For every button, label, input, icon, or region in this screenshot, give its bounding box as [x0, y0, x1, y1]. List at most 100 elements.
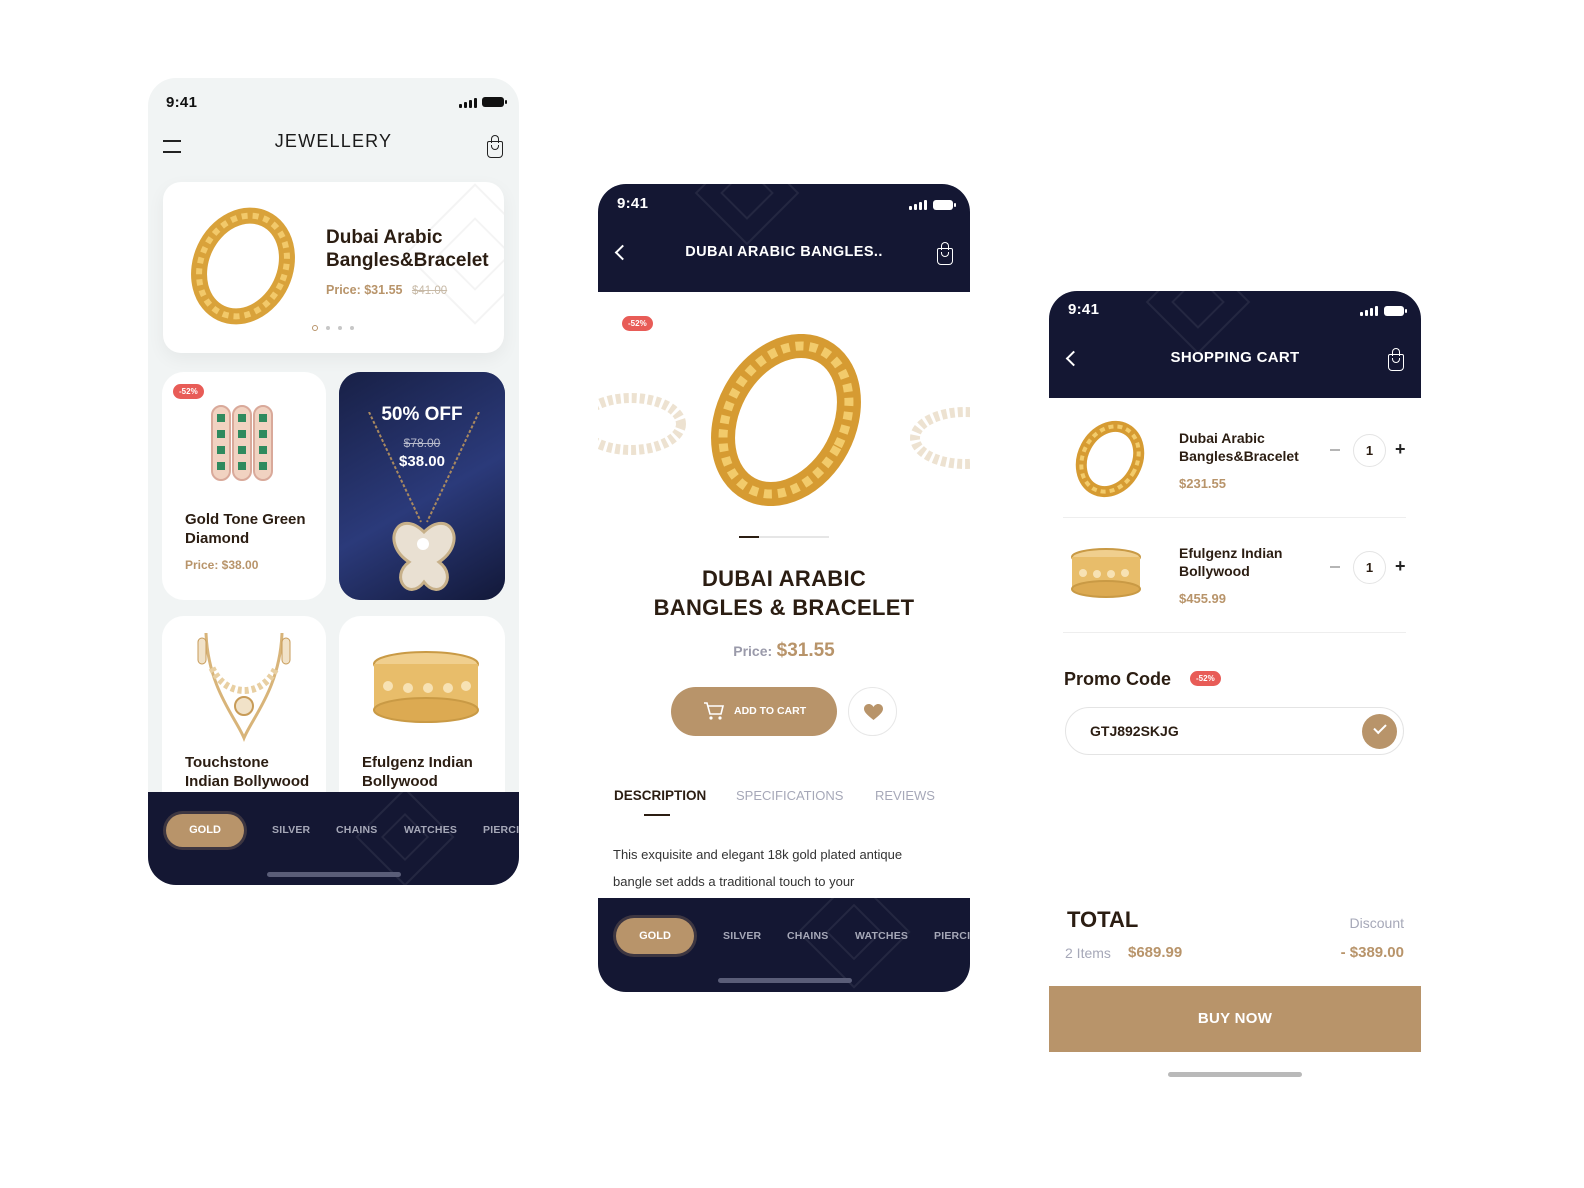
tab-chains[interactable]: CHAINS	[787, 930, 828, 942]
cart-screen: 9:41 SHOPPING CART Dubai Arabic Bangles&…	[1049, 291, 1421, 1099]
home-indicator	[718, 978, 852, 983]
hero-old-price: $41.00	[411, 285, 448, 297]
promo-apply-button[interactable]	[1362, 714, 1397, 749]
category-tab-bar: GOLD SILVER CHAINS WATCHES PIERCI	[148, 787, 519, 885]
discount-label: Discount	[1349, 915, 1404, 931]
quantity-value[interactable]: 1	[1353, 551, 1386, 584]
product-name: Efulgenz Indian Bollywood	[362, 754, 473, 790]
home-indicator	[1168, 1072, 1302, 1077]
tab-active-indicator	[644, 814, 670, 816]
check-icon	[1373, 720, 1387, 735]
total-label: TOTAL	[1067, 907, 1139, 932]
product-card-gold-tone[interactable]: -52% Gold Tone Green Diamond Price: $38.…	[162, 372, 326, 600]
category-tab-bar: GOLD SILVER CHAINS WATCHES PIERCI	[598, 875, 970, 992]
promo-code-input[interactable]: GTJ892SKJG	[1065, 707, 1404, 755]
promo-code-label: Promo Code	[1064, 669, 1172, 689]
bangle-wide-image	[373, 651, 479, 723]
status-time: 9:41	[166, 94, 198, 111]
decrement-button[interactable]	[1330, 566, 1340, 568]
product-card-touchstone[interactable]: Touchstone Indian Bollywood	[162, 616, 326, 816]
home-indicator	[267, 872, 401, 877]
dot-active[interactable]	[312, 325, 318, 331]
carousel-dots	[312, 325, 354, 331]
add-to-cart-label: ADD TO CART	[734, 705, 807, 717]
necklace-image	[197, 632, 291, 743]
cart-item: Dubai Arabic Bangles&Bracelet $231.55 1 …	[1063, 399, 1406, 518]
battery-icon	[482, 97, 507, 107]
tab-gold[interactable]: GOLD	[616, 918, 694, 954]
wishlist-button[interactable]	[848, 687, 897, 736]
tab-watches[interactable]: WATCHES	[855, 930, 908, 942]
side-bangle-right-image	[910, 407, 970, 469]
tab-silver[interactable]: SILVER	[723, 930, 761, 942]
add-to-cart-button[interactable]: ADD TO CART	[671, 687, 837, 736]
bangle-set-image	[211, 405, 273, 481]
hero-product-name: Dubai Arabic Bangles&Bracelet	[326, 227, 489, 271]
items-count: 2 Items	[1065, 945, 1111, 961]
cart-icon[interactable]	[937, 242, 953, 265]
tab-piercing[interactable]: PIERCI	[934, 930, 970, 942]
tab-description[interactable]: DESCRIPTION	[614, 788, 706, 803]
total-amount: $689.99	[1128, 944, 1183, 961]
tab-piercing[interactable]: PIERCI	[483, 824, 519, 836]
product-price: Price: $38.00	[185, 558, 259, 572]
discount-badge: -52%	[173, 384, 204, 399]
signal-icon	[459, 98, 477, 108]
cart-icon[interactable]	[487, 135, 503, 158]
bangle-wide-image	[1071, 548, 1141, 598]
page-title: JEWELLERY	[274, 131, 393, 151]
dot[interactable]	[350, 326, 354, 330]
status-time: 9:41	[1068, 301, 1100, 318]
status-time: 9:41	[617, 195, 649, 212]
product-name: Gold Tone Green Diamond	[185, 511, 306, 547]
quantity-value[interactable]: 1	[1353, 434, 1386, 467]
tab-specifications[interactable]: SPECIFICATIONS	[736, 788, 843, 803]
status-bar: 9:41	[148, 78, 519, 118]
home-screen: 9:41 JEWELLERY Dubai Arabic Bangles&Brac…	[148, 78, 519, 885]
increment-button[interactable]: +	[1395, 439, 1406, 460]
item-price: $231.55	[1179, 476, 1226, 491]
cart-icon[interactable]	[1388, 348, 1404, 371]
heart-icon	[864, 704, 883, 720]
cart-header: 9:41 SHOPPING CART	[1049, 291, 1421, 398]
image-pager	[739, 536, 829, 538]
product-title: DUBAI ARABIC BANGLES & BRACELET	[653, 566, 915, 620]
status-bar: 9:41	[1049, 291, 1421, 331]
buy-now-label: BUY NOW	[1197, 1010, 1273, 1027]
product-card-efulgenz[interactable]: Efulgenz Indian Bollywood	[339, 616, 505, 816]
tab-chains[interactable]: CHAINS	[336, 824, 377, 836]
signal-icon	[1360, 306, 1378, 316]
side-bangle-left-image	[598, 393, 686, 455]
cart-add-icon	[704, 702, 725, 720]
main-bangle-image	[711, 334, 861, 506]
tab-watches[interactable]: WATCHES	[404, 824, 457, 836]
hero-card[interactable]: Dubai Arabic Bangles&Bracelet Price: $31…	[163, 182, 504, 353]
buy-now-button[interactable]: BUY NOW	[1049, 986, 1421, 1052]
item-name: Efulgenz Indian Bollywood	[1179, 545, 1283, 579]
pendant-image	[368, 412, 480, 591]
discount-badge: -52%	[622, 316, 653, 331]
promo-code-value: GTJ892SKJG	[1090, 723, 1179, 739]
item-price: $455.99	[1179, 591, 1226, 606]
increment-button[interactable]: +	[1395, 556, 1406, 577]
discount-amount: - $389.00	[1340, 944, 1404, 961]
bangle-image	[191, 207, 295, 325]
battery-icon	[1384, 306, 1407, 316]
promo-badge: -52%	[1190, 671, 1221, 686]
signal-icon	[909, 200, 927, 210]
tab-reviews[interactable]: REVIEWS	[875, 788, 935, 803]
battery-icon	[933, 200, 956, 210]
product-price: Price: $31.55	[733, 640, 835, 661]
promo-card[interactable]: 50% OFF $78.00 $38.00	[339, 372, 505, 600]
item-name: Dubai Arabic Bangles&Bracelet	[1179, 430, 1299, 464]
detail-screen: 9:41 DUBAI ARABIC BANGLES.. -52% DUBAI A…	[598, 184, 970, 992]
tab-silver[interactable]: SILVER	[272, 824, 310, 836]
cart-item: Efulgenz Indian Bollywood $455.99 1 +	[1063, 518, 1406, 633]
hero-price: Price: $31.55 $41.00	[326, 283, 448, 297]
dot[interactable]	[338, 326, 342, 330]
status-bar: 9:41	[598, 184, 970, 224]
header-title: SHOPPING CART	[1170, 349, 1300, 366]
dot[interactable]	[326, 326, 330, 330]
decrement-button[interactable]	[1330, 449, 1340, 451]
tab-gold[interactable]: GOLD	[166, 814, 244, 847]
